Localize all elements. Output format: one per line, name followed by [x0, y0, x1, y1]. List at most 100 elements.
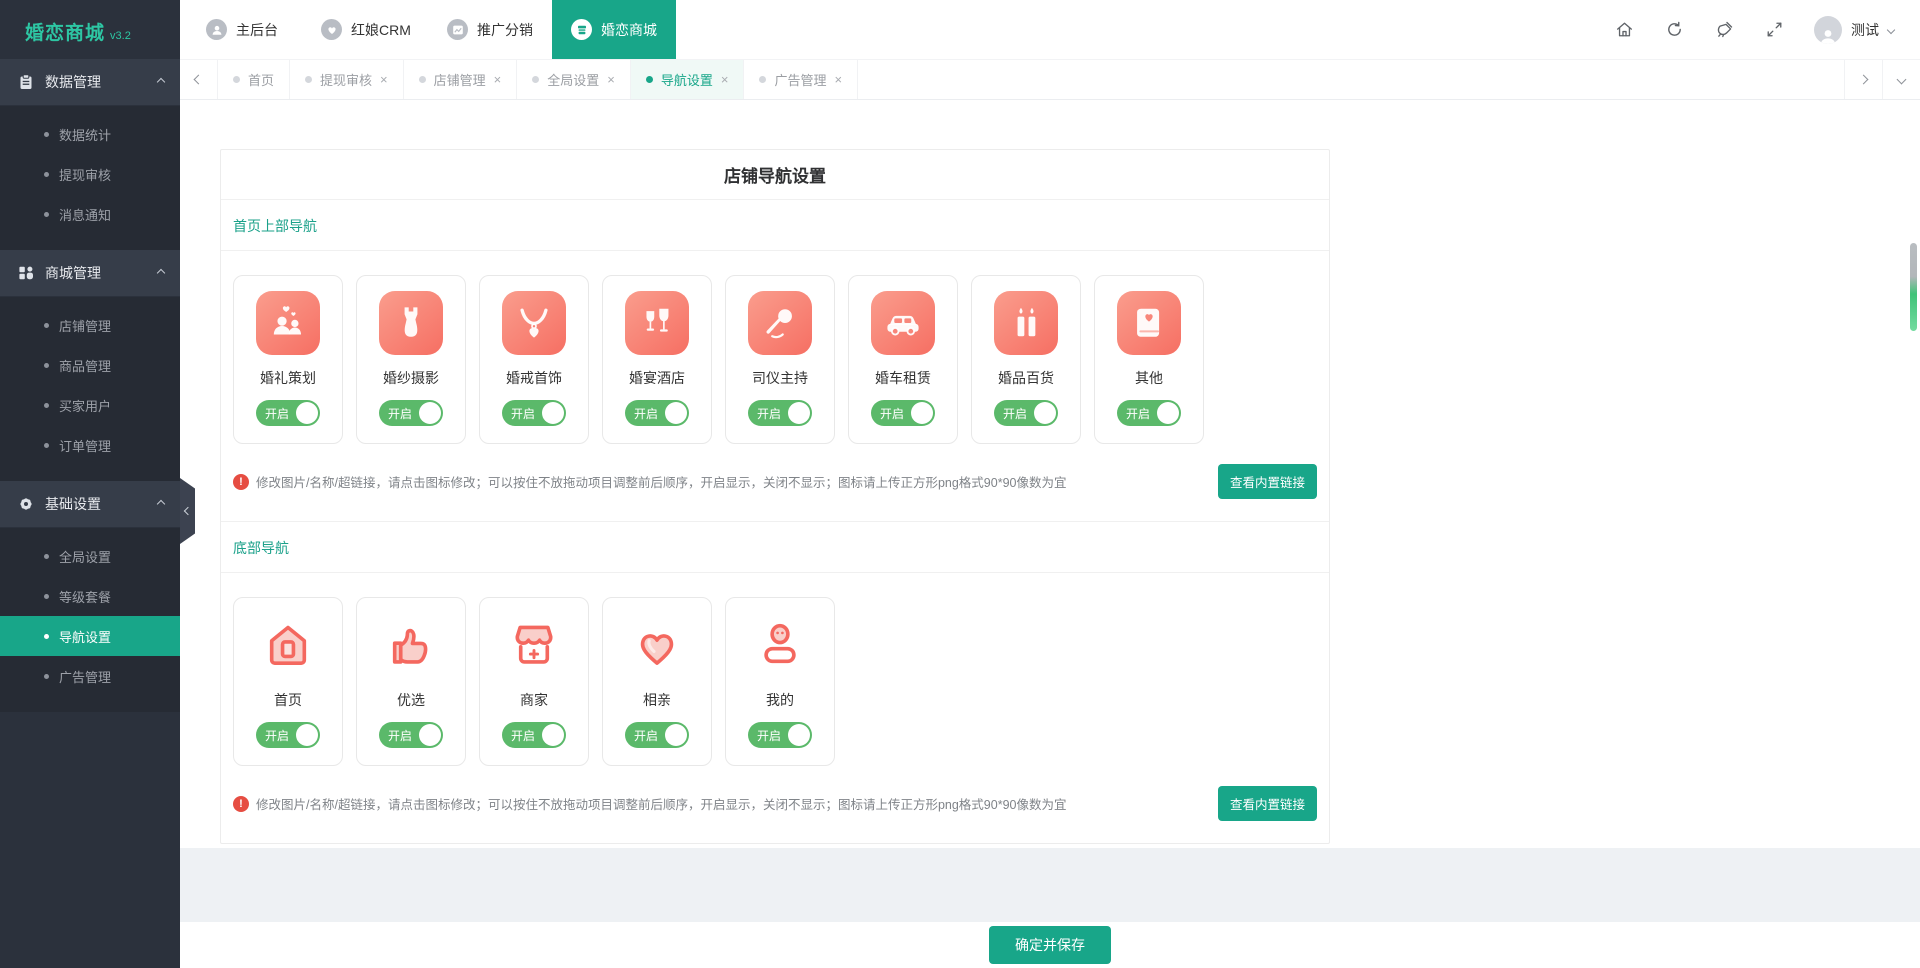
toggle-switch[interactable]: 开启: [871, 400, 935, 426]
view-builtin-links-button[interactable]: 查看内置链接: [1218, 464, 1317, 499]
close-icon[interactable]: [494, 73, 502, 86]
confirm-save-button[interactable]: 确定并保存: [989, 926, 1111, 964]
toggle-switch[interactable]: 开启: [502, 722, 566, 748]
car-icon: [871, 291, 935, 355]
tab-label: 广告管理: [774, 70, 826, 89]
nav-card-home[interactable]: 首页 开启: [233, 597, 343, 766]
nav-card-wedding-car[interactable]: 婚车租赁 开启: [848, 275, 958, 444]
nav-card-mine[interactable]: 我的 开启: [725, 597, 835, 766]
bullet-icon: [44, 594, 49, 599]
nav-card-wedding-planning[interactable]: 婚礼策划 开启: [233, 275, 343, 444]
nav-card-emcee[interactable]: 司仪主持 开启: [725, 275, 835, 444]
nav-card-banquet-hotel[interactable]: 婚宴酒店 开启: [602, 275, 712, 444]
close-icon[interactable]: [721, 73, 729, 86]
brand-logo: 婚恋商城 v3.2: [0, 0, 180, 59]
user-name: 测试: [1851, 20, 1879, 40]
toggle-switch[interactable]: 开启: [1117, 400, 1181, 426]
tab-dot-icon: [419, 76, 426, 83]
bullet-icon: [44, 403, 49, 408]
toggle-label: 开启: [1003, 405, 1027, 422]
tab-dot-icon: [646, 76, 653, 83]
toggle-switch[interactable]: 开启: [625, 400, 689, 426]
fullscreen-icon[interactable]: [1764, 20, 1784, 40]
close-icon[interactable]: [380, 73, 388, 86]
nav-card-wedding-photo[interactable]: 婚纱摄影 开启: [356, 275, 466, 444]
sidebar-item-ad-manage[interactable]: 广告管理: [0, 656, 180, 696]
view-builtin-links-button[interactable]: 查看内置链接: [1218, 786, 1317, 821]
clean-broom-icon[interactable]: [1714, 20, 1734, 40]
nav-card-preferred[interactable]: 优选 开启: [356, 597, 466, 766]
sidebar-group-label: 商城管理: [45, 263, 101, 283]
toggle-knob: [1034, 402, 1056, 424]
sidebar-group-mall[interactable]: 商城管理: [0, 250, 180, 297]
tab-nav-settings[interactable]: 导航设置: [631, 60, 745, 99]
nav-card-label: 我的: [726, 690, 834, 710]
toggle-switch[interactable]: 开启: [748, 722, 812, 748]
sidebar-item-global-settings[interactable]: 全局设置: [0, 536, 180, 576]
wine-icon: [625, 291, 689, 355]
sidebar-item-nav-settings[interactable]: 导航设置: [0, 616, 180, 656]
toggle-switch[interactable]: 开启: [379, 722, 443, 748]
brand-name: 婚恋商城: [25, 18, 105, 45]
toggle-switch[interactable]: 开启: [748, 400, 812, 426]
home-outline-icon: [256, 613, 320, 677]
toggle-switch[interactable]: 开启: [256, 400, 320, 426]
sidebar-item-level-package[interactable]: 等级套餐: [0, 576, 180, 616]
couple-icon: [256, 291, 320, 355]
store-outline-icon: [502, 613, 566, 677]
toggle-label: 开启: [388, 405, 412, 422]
nav-card-other[interactable]: 其他 开启: [1094, 275, 1204, 444]
close-icon[interactable]: [607, 73, 615, 86]
sidebar-item-message-notify[interactable]: 消息通知: [0, 194, 180, 234]
warning-icon: [233, 474, 249, 490]
tab-home[interactable]: 首页: [218, 60, 290, 99]
top-nav-item-matchmaker-crm[interactable]: 红娘CRM: [304, 0, 428, 59]
toggle-knob: [419, 402, 441, 424]
top-nav-item-main-admin[interactable]: 主后台: [180, 0, 304, 59]
sidebar-item-label: 提现审核: [59, 165, 111, 184]
nav-card-merchant[interactable]: 商家 开启: [479, 597, 589, 766]
tab-global-settings[interactable]: 全局设置: [517, 60, 631, 99]
tab-withdraw-review[interactable]: 提现审核: [290, 60, 404, 99]
top-nav-item-marriage-mall[interactable]: 婚恋商城: [552, 0, 676, 59]
sidebar-collapse-handle[interactable]: [180, 478, 195, 544]
tab-ad-manage[interactable]: 广告管理: [744, 60, 858, 99]
toggle-switch[interactable]: 开启: [256, 722, 320, 748]
tabs-menu-button[interactable]: [1882, 60, 1920, 99]
home-icon[interactable]: [1614, 20, 1634, 40]
book-icon: [1117, 291, 1181, 355]
scrollbar-thumb[interactable]: [1910, 243, 1917, 331]
sidebar-item-shop-manage[interactable]: 店铺管理: [0, 305, 180, 345]
sidebar-item-order-manage[interactable]: 订单管理: [0, 425, 180, 465]
tabs-scroll-right-button[interactable]: [1844, 60, 1882, 99]
sidebar-group-data[interactable]: 数据管理: [0, 59, 180, 106]
sidebar-item-goods-manage[interactable]: 商品管理: [0, 345, 180, 385]
sidebar-item-data-stats[interactable]: 数据统计: [0, 114, 180, 154]
sidebar-group-settings[interactable]: 基础设置: [0, 481, 180, 528]
tabs-scroll-left-button[interactable]: [180, 60, 218, 99]
top-nav-item-promotion[interactable]: 推广分销: [428, 0, 552, 59]
toggle-knob: [665, 724, 687, 746]
chevron-up-icon: [157, 500, 165, 508]
tab-shop-manage[interactable]: 店铺管理: [404, 60, 518, 99]
user-menu[interactable]: 测试: [1814, 16, 1894, 44]
heart-badge-icon: [321, 19, 342, 40]
sidebar-item-withdraw-review[interactable]: 提现审核: [0, 154, 180, 194]
nav-card-matchmaking[interactable]: 相亲 开启: [602, 597, 712, 766]
close-icon[interactable]: [834, 73, 842, 86]
toggle-switch[interactable]: 开启: [502, 400, 566, 426]
nav-card-wedding-ring[interactable]: 婚戒首饰 开启: [479, 275, 589, 444]
sidebar-item-buyer-users[interactable]: 买家用户: [0, 385, 180, 425]
top-nav-cards: 婚礼策划 开启 婚纱摄影 开启: [221, 251, 1329, 444]
refresh-icon[interactable]: [1664, 20, 1684, 40]
toggle-switch[interactable]: 开启: [379, 400, 443, 426]
clipboard-icon: [18, 74, 34, 90]
toggle-switch[interactable]: 开启: [625, 722, 689, 748]
tab-dot-icon: [233, 76, 240, 83]
avatar: [1814, 16, 1842, 44]
toggle-label: 开启: [511, 405, 535, 422]
nav-card-wedding-goods[interactable]: 婚品百货 开启: [971, 275, 1081, 444]
bottom-nav-cards: 首页 开启 优选 开启: [221, 573, 1329, 766]
toggle-switch[interactable]: 开启: [994, 400, 1058, 426]
dress-icon: [379, 291, 443, 355]
